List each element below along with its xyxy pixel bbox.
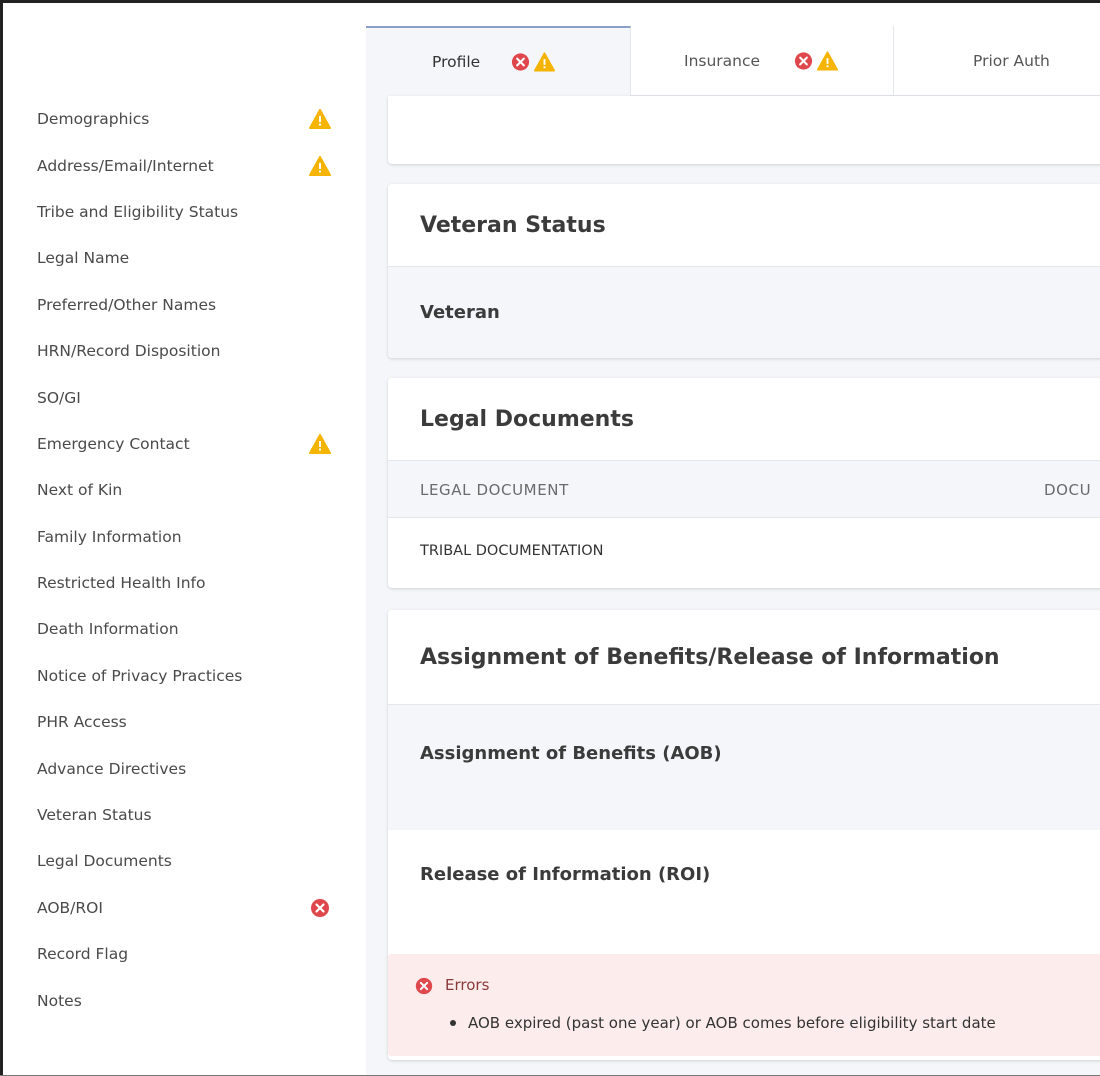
legal-document-column-header[interactable]: LEGAL DOCUMENT: [420, 481, 569, 499]
sidebar-item-family-information[interactable]: Family Information: [10, 514, 365, 560]
sidebar-item-tribe-eligibility[interactable]: Tribe and Eligibility Status: [10, 189, 365, 235]
section-sidebar: Demographics Address/Email/Internet Trib…: [10, 96, 365, 1024]
sidebar-item-aob-roi[interactable]: AOB/ROI: [10, 885, 365, 931]
sidebar-item-label: Record Flag: [37, 945, 129, 964]
sidebar-item-preferred-names[interactable]: Preferred/Other Names: [10, 282, 365, 328]
sidebar-item-notes[interactable]: Notes: [10, 977, 365, 1023]
tab-insurance[interactable]: Insurance: [631, 26, 894, 96]
profile-header-card: [388, 96, 1100, 164]
legal-documents-card: Legal Documents LEGAL DOCUMENT DOCU TRIB…: [388, 378, 1100, 588]
tab-bar: Profile Insurance Prior Auth: [366, 26, 1100, 96]
legal-documents-table-header: LEGAL DOCUMENT DOCU: [388, 460, 1100, 518]
sidebar-item-legal-documents[interactable]: Legal Documents: [10, 838, 365, 884]
error-message: AOB expired (past one year) or AOB comes…: [450, 1014, 996, 1032]
sidebar-item-death-information[interactable]: Death Information: [10, 606, 365, 652]
roi-row: Release of Information (ROI): [388, 830, 1100, 954]
sidebar-item-label: Legal Documents: [37, 852, 172, 871]
sidebar-item-demographics[interactable]: Demographics: [10, 96, 365, 142]
errors-panel: Errors AOB expired (past one year) or AO…: [388, 954, 1100, 1056]
sidebar-item-label: Emergency Contact: [37, 434, 190, 453]
legal-documents-title: Legal Documents: [420, 406, 634, 432]
sidebar-item-label: Demographics: [37, 110, 150, 129]
roi-label: Release of Information (ROI): [420, 864, 711, 885]
sidebar-item-privacy-practices[interactable]: Notice of Privacy Practices: [10, 653, 365, 699]
sidebar-item-label: Death Information: [37, 620, 179, 639]
warning-icon: [534, 52, 556, 72]
sidebar-item-label: Notes: [37, 991, 82, 1010]
sidebar-item-emergency-contact[interactable]: Emergency Contact: [10, 421, 365, 467]
aob-roi-title: Assignment of Benefits/Release of Inform…: [420, 644, 1000, 670]
sidebar-item-sogi[interactable]: SO/GI: [10, 374, 365, 420]
aob-row: Assignment of Benefits (AOB): [388, 704, 1100, 830]
table-row[interactable]: TRIBAL DOCUMENTATION: [388, 518, 1100, 588]
error-icon: [793, 51, 814, 71]
sidebar-item-veteran-status[interactable]: Veteran Status: [10, 792, 365, 838]
error-icon: [309, 898, 331, 918]
warning-icon: [309, 433, 331, 454]
tab-label: Insurance: [684, 52, 761, 70]
sidebar-item-record-flag[interactable]: Record Flag: [10, 931, 365, 977]
sidebar-item-address[interactable]: Address/Email/Internet: [10, 142, 365, 188]
sidebar-item-label: Legal Name: [37, 249, 130, 268]
sidebar-item-label: Notice of Privacy Practices: [37, 666, 243, 685]
main-content: Profile Insurance Prior Auth Veteran Sta…: [366, 26, 1100, 1076]
sidebar-item-label: Preferred/Other Names: [37, 295, 217, 314]
sidebar-item-label: Next of Kin: [37, 481, 123, 500]
sidebar-item-label: Address/Email/Internet: [37, 156, 214, 175]
veteran-label: Veteran: [420, 302, 500, 323]
sidebar-item-legal-name[interactable]: Legal Name: [10, 235, 365, 281]
veteran-status-card: Veteran Status Veteran: [388, 184, 1100, 358]
sidebar-item-label: Family Information: [37, 527, 182, 546]
sidebar-item-label: SO/GI: [37, 388, 81, 407]
tab-profile[interactable]: Profile: [366, 26, 631, 96]
sidebar-item-advance-directives[interactable]: Advance Directives: [10, 745, 365, 791]
sidebar-item-label: AOB/ROI: [37, 898, 103, 917]
sidebar-item-label: Veteran Status: [37, 806, 152, 825]
tab-prior-auth[interactable]: Prior Auth: [894, 26, 1100, 96]
sidebar-item-restricted-health[interactable]: Restricted Health Info: [10, 560, 365, 606]
warning-icon: [309, 155, 331, 176]
sidebar-item-hrn[interactable]: HRN/Record Disposition: [10, 328, 365, 374]
sidebar-item-label: HRN/Record Disposition: [37, 342, 221, 361]
warning-icon: [817, 51, 839, 71]
sidebar-item-next-of-kin[interactable]: Next of Kin: [10, 467, 365, 513]
sidebar-item-label: Tribe and Eligibility Status: [37, 202, 239, 221]
tab-label: Profile: [432, 53, 481, 71]
sidebar-item-label: Restricted Health Info: [37, 574, 206, 593]
errors-list: AOB expired (past one year) or AOB comes…: [450, 1014, 996, 1032]
sidebar-item-phr-access[interactable]: PHR Access: [10, 699, 365, 745]
error-icon: [414, 976, 434, 996]
document-column-header[interactable]: DOCU: [1044, 481, 1091, 499]
sidebar-item-label: PHR Access: [37, 713, 127, 732]
sidebar-item-label: Advance Directives: [37, 759, 187, 778]
aob-label: Assignment of Benefits (AOB): [420, 743, 722, 764]
error-icon: [510, 52, 531, 72]
tab-label: Prior Auth: [973, 52, 1050, 70]
veteran-status-title: Veteran Status: [420, 212, 606, 238]
veteran-row: Veteran: [388, 266, 1100, 358]
legal-document-cell: TRIBAL DOCUMENTATION: [420, 543, 604, 559]
errors-title: Errors: [445, 976, 490, 994]
warning-icon: [309, 109, 331, 130]
